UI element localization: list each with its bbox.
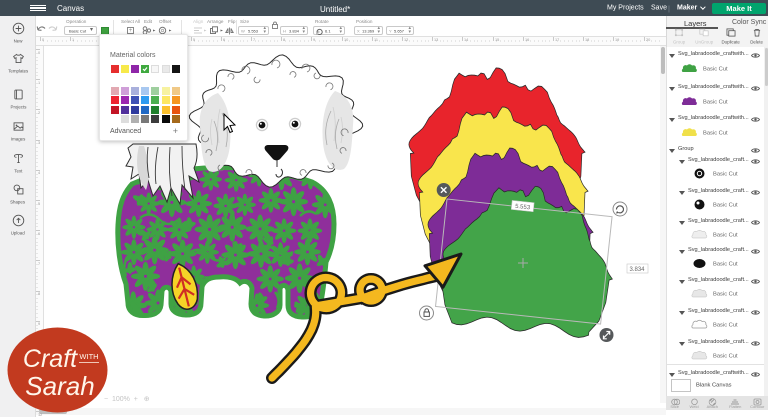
svg-text:Craft: Craft — [23, 345, 78, 373]
svg-text:Sarah: Sarah — [25, 371, 94, 401]
svg-text:3.834: 3.834 — [630, 267, 646, 273]
svg-text:WITH: WITH — [79, 352, 98, 361]
